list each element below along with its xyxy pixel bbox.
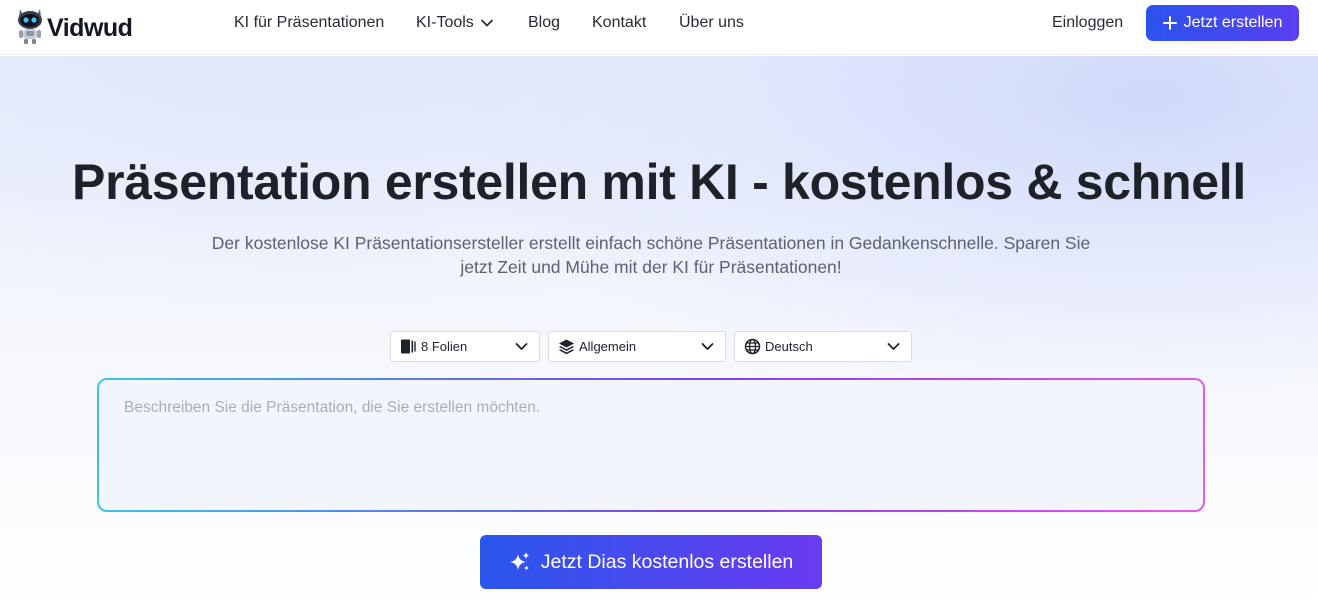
- nav-link-kontakt[interactable]: Kontakt: [592, 14, 646, 32]
- chevron-down-icon: [887, 343, 900, 350]
- presentation-prompt-input[interactable]: [99, 380, 1203, 510]
- style-select[interactable]: Allgemein: [548, 331, 726, 362]
- brand-name: Vidwud: [47, 13, 133, 42]
- slides-count-select[interactable]: 8 Folien: [390, 331, 540, 362]
- chevron-down-icon: [701, 343, 714, 350]
- login-link[interactable]: Einloggen: [1052, 14, 1123, 32]
- prompt-frame: [97, 378, 1205, 512]
- nav-link-ueber-uns[interactable]: Über uns: [679, 14, 744, 32]
- slides-icon: [401, 339, 416, 354]
- nav-link-ki-tools[interactable]: KI-Tools: [416, 14, 494, 32]
- language-select[interactable]: Deutsch: [734, 331, 912, 362]
- nav-link-ki-tools-label: KI-Tools: [416, 14, 474, 31]
- brand-logo[interactable]: Vidwud: [14, 5, 133, 45]
- language-value: Deutsch: [765, 339, 813, 354]
- robot-mascot-icon: [18, 9, 42, 44]
- create-now-label: Jetzt erstellen: [1183, 14, 1283, 31]
- nav-link-ki-praesentationen[interactable]: KI für Präsentationen: [234, 14, 384, 32]
- globe-icon: [744, 338, 761, 355]
- create-now-button[interactable]: Jetzt erstellen: [1146, 5, 1299, 41]
- chevron-down-icon: [515, 343, 528, 350]
- layers-icon: [559, 339, 574, 355]
- nav-link-blog[interactable]: Blog: [528, 14, 560, 32]
- page-subtitle: Der kostenlose KI Präsentationsersteller…: [211, 233, 1091, 277]
- navbar: Vidwud KI für Präsentationen KI-Tools Bl…: [0, 0, 1318, 55]
- generate-slides-label: Jetzt Dias kostenlos erstellen: [540, 550, 794, 573]
- page-title: Präsentation erstellen mit KI - kostenlo…: [72, 154, 1246, 210]
- sparkle-icon: [509, 552, 530, 571]
- slides-count-value: 8 Folien: [421, 339, 468, 354]
- plus-icon: [1162, 16, 1177, 30]
- hero-section: Präsentation erstellen mit KI - kostenlo…: [0, 56, 1318, 609]
- chevron-down-icon: [480, 19, 493, 27]
- generate-slides-button[interactable]: Jetzt Dias kostenlos erstellen: [480, 535, 822, 589]
- style-value: Allgemein: [579, 339, 637, 354]
